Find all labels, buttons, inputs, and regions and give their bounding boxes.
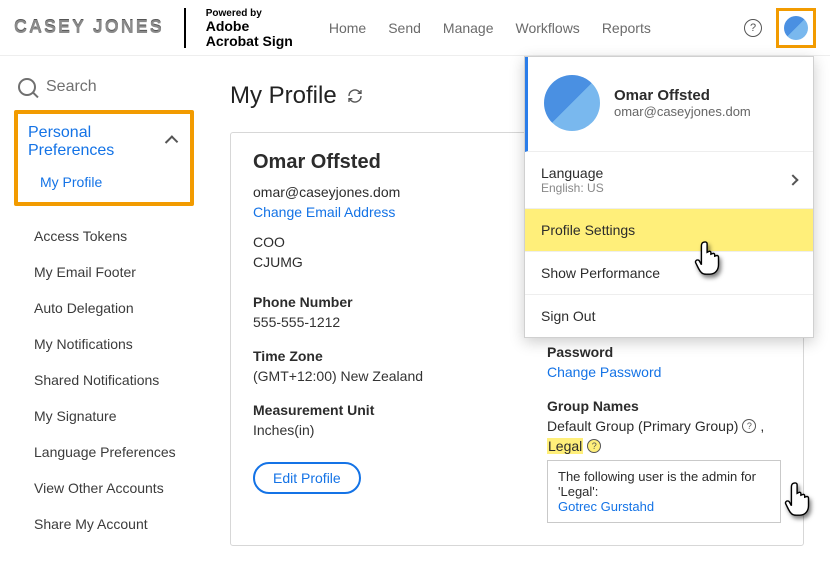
- nav-send[interactable]: Send: [388, 20, 421, 36]
- unit-value: Inches(in): [253, 422, 487, 438]
- refresh-icon[interactable]: [347, 88, 363, 104]
- group-default-help-icon[interactable]: ?: [742, 419, 756, 433]
- adobe-label-2: Acrobat Sign: [206, 33, 293, 49]
- search-input[interactable]: Search: [14, 72, 200, 110]
- search-icon: [18, 78, 36, 96]
- group-separator: ,: [760, 418, 764, 434]
- timezone-value: (GMT+12:00) New Zealand: [253, 368, 487, 384]
- dropdown-user-name: Omar Offsted: [614, 87, 751, 104]
- personal-preferences-label: Personal Preferences: [28, 124, 167, 160]
- sidebar-item-email-footer[interactable]: My Email Footer: [34, 254, 200, 290]
- password-label: Password: [547, 344, 781, 360]
- nav-reports[interactable]: Reports: [602, 20, 651, 36]
- brand-separator: [184, 8, 186, 48]
- sidebar-item-my-profile[interactable]: My Profile: [28, 160, 180, 194]
- sidebar-item-view-other-accounts[interactable]: View Other Accounts: [34, 470, 200, 506]
- change-password-link[interactable]: Change Password: [547, 364, 781, 380]
- page-title: My Profile: [230, 82, 337, 110]
- personal-preferences-box: Personal Preferences My Profile: [14, 110, 194, 206]
- sidebar-list: Access Tokens My Email Footer Auto Deleg…: [14, 206, 200, 542]
- brand-adobe: Powered by Adobe Acrobat Sign: [206, 6, 293, 50]
- sidebar-item-share-my-account[interactable]: Share My Account: [34, 506, 200, 542]
- personal-preferences-header[interactable]: Personal Preferences: [28, 124, 180, 160]
- group-legal: Legal: [547, 438, 583, 454]
- nav-workflows[interactable]: Workflows: [516, 20, 580, 36]
- dropdown-show-performance[interactable]: Show Performance: [525, 252, 813, 295]
- dropdown-sign-out[interactable]: Sign Out: [525, 295, 813, 337]
- brand: CASEY JONES Powered by Adobe Acrobat Sig…: [14, 6, 293, 50]
- groups-label: Group Names: [547, 398, 781, 414]
- sidebar-item-my-notifications[interactable]: My Notifications: [34, 326, 200, 362]
- nav-manage[interactable]: Manage: [443, 20, 494, 36]
- avatar-icon: [784, 16, 808, 40]
- group-default: Default Group (Primary Group): [547, 418, 738, 434]
- tooltip-text: The following user is the admin for 'Leg…: [558, 469, 756, 499]
- dropdown-profile-settings[interactable]: Profile Settings: [525, 209, 813, 252]
- dropdown-language-label: Language: [541, 165, 604, 181]
- tooltip-admin-link[interactable]: Gotrec Gurstahd: [558, 499, 654, 514]
- avatar-button[interactable]: [776, 8, 816, 48]
- unit-label: Measurement Unit: [253, 402, 487, 418]
- nav: Home Send Manage Workflows Reports: [329, 20, 651, 36]
- user-dropdown: Omar Offsted omar@caseyjones.dom Languag…: [524, 56, 814, 338]
- group-legal-help-icon[interactable]: ?: [587, 439, 601, 453]
- dropdown-language-value: English: US: [541, 181, 604, 195]
- phone-value: 555-555-1212: [253, 314, 487, 330]
- adobe-label-1: Adobe: [206, 18, 250, 34]
- sidebar-item-auto-delegation[interactable]: Auto Delegation: [34, 290, 200, 326]
- timezone-label: Time Zone: [253, 348, 487, 364]
- topbar-right: ?: [744, 8, 816, 48]
- dropdown-language[interactable]: Language English: US: [525, 152, 813, 209]
- topbar: CASEY JONES Powered by Adobe Acrobat Sig…: [0, 0, 830, 56]
- nav-home[interactable]: Home: [329, 20, 366, 36]
- help-icon[interactable]: ?: [744, 19, 762, 37]
- edit-profile-button[interactable]: Edit Profile: [253, 462, 361, 494]
- sidebar-item-shared-notifications[interactable]: Shared Notifications: [34, 362, 200, 398]
- group-names-line: Default Group (Primary Group) ? , Legal …: [547, 418, 781, 454]
- brand-logo: CASEY JONES: [14, 17, 164, 38]
- sidebar: Search Personal Preferences My Profile A…: [0, 56, 200, 586]
- phone-label: Phone Number: [253, 294, 487, 310]
- dropdown-avatar-icon: [544, 75, 600, 131]
- search-placeholder: Search: [46, 78, 97, 96]
- sidebar-item-access-tokens[interactable]: Access Tokens: [34, 218, 200, 254]
- chevron-right-icon: [787, 174, 798, 185]
- sidebar-item-my-signature[interactable]: My Signature: [34, 398, 200, 434]
- profile-col-left: Phone Number 555-555-1212 Time Zone (GMT…: [253, 294, 487, 494]
- dropdown-user-info: Omar Offsted omar@caseyjones.dom: [525, 57, 813, 152]
- sidebar-item-language-preferences[interactable]: Language Preferences: [34, 434, 200, 470]
- group-admin-tooltip: The following user is the admin for 'Leg…: [547, 460, 781, 523]
- dropdown-user-email: omar@caseyjones.dom: [614, 104, 751, 119]
